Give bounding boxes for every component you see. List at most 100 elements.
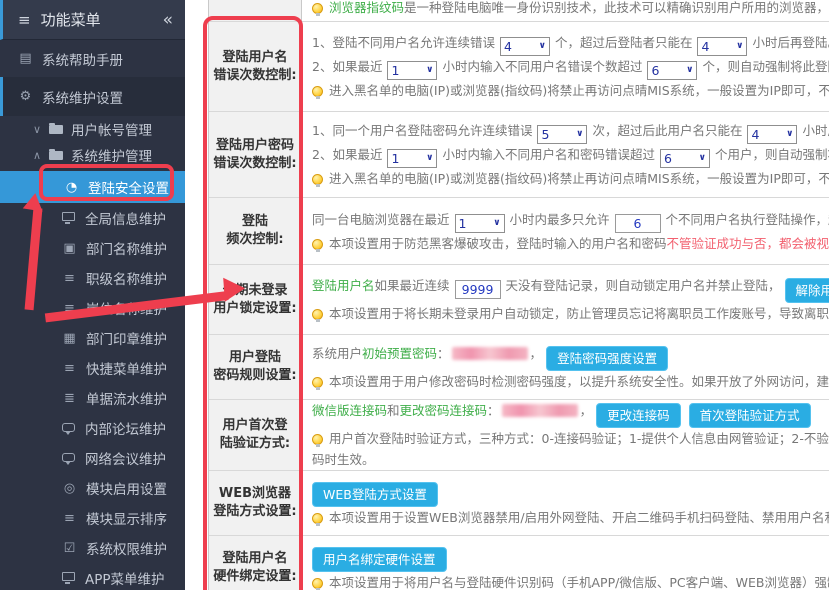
sidebar-header: ≡ 功能菜单 « xyxy=(0,0,185,40)
change-connection-code-button[interactable]: 更改连接码 xyxy=(596,403,681,428)
row-label: WEB浏览器登陆方式设置: xyxy=(209,471,302,535)
row-label: 用户首次登陆验证方式: xyxy=(209,400,302,470)
lightbulb-icon xyxy=(312,239,323,250)
monitor-icon xyxy=(62,212,75,221)
sidebar-item-module-enable[interactable]: ◎ 模块启用设置 xyxy=(0,473,185,503)
sidebar-item-department-seal[interactable]: ▦ 部门印章维护 xyxy=(0,323,185,353)
lightbulb-icon xyxy=(312,3,323,14)
chevron-down-icon: ∨ xyxy=(786,124,793,144)
org-icon: ▣ xyxy=(62,241,77,256)
max-usernames-input[interactable]: 6 xyxy=(615,214,661,233)
settings-table: 浏览器指纹码是一种登陆电脑唯一身份识别技术，此技术可以精确识别用户所用的浏览器，… xyxy=(208,0,829,590)
row-login-frequency-control: 登陆频次控制: 同一台电脑浏览器在最近1∨小时内最多只允许6个不同用户名执行登陆… xyxy=(209,198,829,265)
chevron-up-icon: ∧ xyxy=(33,149,43,162)
chevron-down-icon: ∨ xyxy=(426,60,433,80)
clock-icon: ◔ xyxy=(64,180,79,195)
stamp-card-icon: ▦ xyxy=(62,331,77,346)
recent-hours-select[interactable]: 1∨ xyxy=(387,61,437,80)
chevron-down-icon: ∨ xyxy=(699,148,706,168)
username-hardware-binding-button[interactable]: 用户名绑定硬件设置 xyxy=(312,547,447,572)
power-icon: ◎ xyxy=(62,481,77,496)
row-first-login-verification: 用户首次登陆验证方式: 微信版连接码和更改密码连接码：，更改连接码首次登陆验证方… xyxy=(209,400,829,471)
frequency-hours-select[interactable]: 1∨ xyxy=(455,214,505,233)
sidebar-item-system-permission[interactable]: ☑ 系统权限维护 xyxy=(0,533,185,563)
folder-icon xyxy=(49,151,63,160)
wrench-icon: ⚙ xyxy=(18,89,33,104)
first-login-verification-button[interactable]: 首次登陆验证方式 xyxy=(689,403,811,428)
lightbulb-icon xyxy=(312,578,323,589)
sidebar-group-system-maintenance-mgmt[interactable]: ∧ 系统维护管理 xyxy=(0,142,185,168)
sidebar-item-app-menu[interactable]: APP菜单维护 xyxy=(0,563,185,590)
password-strength-settings-button[interactable]: 登陆密码强度设置 xyxy=(546,346,668,371)
chevron-down-icon: ∨ xyxy=(33,123,43,136)
lightbulb-icon xyxy=(312,174,323,185)
comment-dots-icon xyxy=(62,453,75,462)
ordered-list-icon: ≣ xyxy=(62,391,77,406)
sidebar-item-post-name[interactable]: ≡ 岗位名称维护 xyxy=(0,293,185,323)
row-password-rule-settings: 用户登陆密码规则设置: 系统用户初始预置密码：，登陆密码强度设置 本项设置用于用… xyxy=(209,335,829,400)
sidebar-title: 功能菜单 xyxy=(41,9,101,30)
list-icon: ≡ xyxy=(62,301,77,316)
sidebar-item-department-name[interactable]: ▣ 部门名称维护 xyxy=(0,233,185,263)
lightbulb-icon xyxy=(312,434,323,445)
sidebar-item-login-security-settings[interactable]: ◔ 登陆安全设置 xyxy=(0,171,185,203)
password-lock-hours-select[interactable]: 4∨ xyxy=(747,125,797,144)
main-content: 浏览器指纹码是一种登陆电脑唯一身份识别技术，此技术可以精确识别用户所用的浏览器，… xyxy=(185,0,829,590)
web-login-mode-settings-button[interactable]: WEB登陆方式设置 xyxy=(312,482,438,507)
row-label: 登陆用户名错误次数控制: xyxy=(209,22,302,111)
sidebar-item-global-info[interactable]: 全局信息维护 xyxy=(0,203,185,233)
check-square-icon: ☑ xyxy=(62,541,77,556)
row-label: 登陆用户名硬件绑定设置: xyxy=(209,536,302,590)
inactive-days-input[interactable]: 9999 xyxy=(455,280,501,299)
row-label: 长期未登录用户锁定设置: xyxy=(209,265,302,334)
lightbulb-icon xyxy=(312,513,323,524)
list-icon: ≡ xyxy=(62,271,77,286)
row-web-login-mode: WEB浏览器登陆方式设置: WEB登陆方式设置 本项设置用于设置WEB浏览器禁用… xyxy=(209,471,829,536)
sidebar-group-user-account-mgmt[interactable]: ∨ 用户帐号管理 xyxy=(0,116,185,142)
row-browser-fingerprint-hint: 浏览器指纹码是一种登陆电脑唯一身份识别技术，此技术可以精确识别用户所用的浏览器，… xyxy=(209,0,829,22)
chevron-down-icon: ∨ xyxy=(539,36,546,56)
sidebar-item-system-maintenance-settings[interactable]: ⚙ 系统维护设置 xyxy=(0,77,185,116)
sidebar-item-document-serial[interactable]: ≣ 单据流水维护 xyxy=(0,383,185,413)
sidebar-item-web-conference[interactable]: 网络会议维护 xyxy=(0,443,185,473)
row-hardware-binding: 登陆用户名硬件绑定设置: 用户名绑定硬件设置 本项设置用于将用户名与登陆硬件识别… xyxy=(209,536,829,590)
sidebar-item-help-manual[interactable]: ▤ 系统帮助手册 xyxy=(0,40,185,77)
row-label-empty xyxy=(209,0,302,21)
password-error-threshold-select[interactable]: 6∨ xyxy=(660,149,710,168)
menu-list-icon: ≡ xyxy=(18,11,31,29)
row-inactive-user-lock: 长期未登录用户锁定设置: 登陆用户名如果最近连续9999天没有登陆记录，则自动锁… xyxy=(209,265,829,335)
bars-icon: ≡ xyxy=(62,361,77,376)
collapse-sidebar-icon[interactable]: « xyxy=(163,10,173,30)
chevron-down-icon: ∨ xyxy=(686,60,693,80)
sidebar-item-rank-name[interactable]: ≡ 职级名称维护 xyxy=(0,263,185,293)
redacted-connection-code xyxy=(502,404,578,417)
row-username-error-control: 登陆用户名错误次数控制: 1、登陆不同用户名允许连续错误4∨个，超过后登陆者只能… xyxy=(209,22,829,112)
recent-hours-select2[interactable]: 1∨ xyxy=(387,149,437,168)
username-lock-hours-select[interactable]: 4∨ xyxy=(697,37,747,56)
desktop-icon xyxy=(62,572,75,581)
password-error-count-select[interactable]: 5∨ xyxy=(537,125,587,144)
sidebar-item-module-sort[interactable]: ≡ 模块显示排序 xyxy=(0,503,185,533)
comments-icon xyxy=(62,423,75,432)
username-error-threshold-select[interactable]: 6∨ xyxy=(647,61,697,80)
book-icon: ▤ xyxy=(18,51,33,66)
chevron-down-icon: ∨ xyxy=(576,124,583,144)
redacted-initial-password xyxy=(452,347,528,360)
lightbulb-icon xyxy=(312,309,323,320)
unlock-user-button[interactable]: 解除用户锁定 xyxy=(785,278,829,303)
login-security-settings-page: ≡ 功能菜单 « ▤ 系统帮助手册 ⚙ 系统维护设置 ∨ 用户帐号管理 ∧ 系统… xyxy=(0,0,829,590)
row-label: 登陆频次控制: xyxy=(209,198,302,264)
folder-icon xyxy=(49,125,63,134)
sidebar-item-quick-menu[interactable]: ≡ 快捷菜单维护 xyxy=(0,353,185,383)
row-label: 登陆用户密码错误次数控制: xyxy=(209,112,302,197)
lightbulb-icon xyxy=(312,377,323,388)
sidebar: ≡ 功能菜单 « ▤ 系统帮助手册 ⚙ 系统维护设置 ∨ 用户帐号管理 ∧ 系统… xyxy=(0,0,185,590)
chevron-down-icon: ∨ xyxy=(493,213,500,233)
username-error-count-select[interactable]: 4∨ xyxy=(500,37,550,56)
lightbulb-icon xyxy=(312,86,323,97)
sidebar-item-internal-forum[interactable]: 内部论坛维护 xyxy=(0,413,185,443)
row-password-error-control: 登陆用户密码错误次数控制: 1、同一个用户名登陆密码允许连续错误5∨次，超过后此… xyxy=(209,112,829,198)
chevron-down-icon: ∨ xyxy=(426,148,433,168)
chevron-down-icon: ∨ xyxy=(736,36,743,56)
bars-icon: ≡ xyxy=(62,511,77,526)
